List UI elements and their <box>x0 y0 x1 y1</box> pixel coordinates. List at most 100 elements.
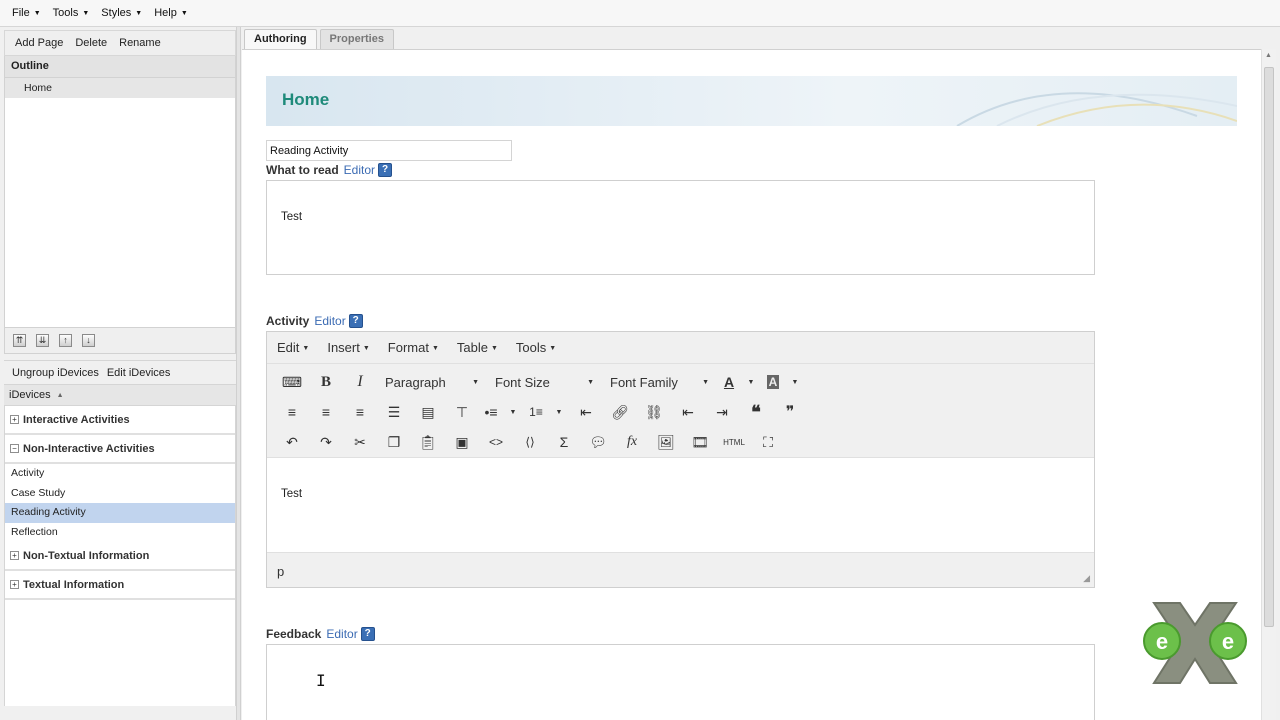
what-to-read-editor-link[interactable]: Editor <box>344 163 375 177</box>
chevron-down-icon: ▼ <box>472 378 479 386</box>
text-color-icon[interactable]: A <box>717 368 741 396</box>
menu-styles[interactable]: Styles ▼ <box>95 7 148 19</box>
category-non-textual[interactable]: + Non-Textual Information <box>5 542 235 572</box>
editor-menu-insert[interactable]: Insert ▼ <box>327 340 369 355</box>
source-code-icon[interactable]: <> <box>479 428 513 456</box>
editor-toolbar-row-2: ≡ ≡ ≡ ☰ ▤ ⊤ •≡ ▼ 1≡ ▼ ⇤ 🔗︎ ⛓︎ ⇤ ⇥ ❝ ❞ <box>267 397 1094 427</box>
font-family-select[interactable]: Font Family ▼ <box>602 368 717 396</box>
menu-tools[interactable]: Tools ▼ <box>47 7 96 19</box>
format-select[interactable]: Paragraph ▼ <box>377 368 487 396</box>
what-to-read-label-row: What to read Editor ? <box>266 163 393 177</box>
link-icon[interactable]: 🔗︎ <box>603 398 637 426</box>
add-page-button[interactable]: Add Page <box>9 37 69 49</box>
expand-icon: + <box>10 551 19 561</box>
embed-code-icon[interactable]: ⟨⟩ <box>513 428 547 456</box>
paste-text-icon[interactable]: ▣ <box>445 428 479 456</box>
outdent-icon[interactable]: ⇤ <box>569 398 603 426</box>
align-justify-icon[interactable]: ☰ <box>377 398 411 426</box>
idevices-header[interactable]: iDevices ▲ <box>4 384 236 406</box>
numbered-list-icon[interactable]: 1≡ <box>523 398 549 426</box>
cut-icon[interactable]: ✂ <box>343 428 377 456</box>
font-size-select[interactable]: Font Size ▼ <box>487 368 602 396</box>
idevice-item-reading-activity[interactable]: Reading Activity <box>5 503 235 523</box>
redo-icon[interactable]: ↷ <box>309 428 343 456</box>
paste-icon[interactable]: 📋︎ <box>411 428 445 456</box>
help-icon[interactable]: ? <box>348 314 363 328</box>
outline-item-home[interactable]: Home <box>5 78 235 98</box>
keyboard-icon[interactable]: ⌨ <box>275 368 309 396</box>
vertical-scrollbar[interactable]: ▲ <box>1261 49 1276 720</box>
chevron-down-icon[interactable]: ▼ <box>503 398 523 426</box>
activity-text: Test <box>281 488 303 500</box>
scrollbar-thumb[interactable] <box>1264 67 1274 627</box>
float-block-icon[interactable]: ▤ <box>411 398 445 426</box>
panel-splitter[interactable] <box>236 27 241 720</box>
promote-page-icon[interactable]: ⇈ <box>13 334 26 347</box>
editor-toolbar-row-1: ⌨ B I Paragraph ▼ Font Size ▼ Font Family ▼… <box>267 367 1094 397</box>
chevron-down-icon: ▼ <box>702 378 709 386</box>
page-header-banner: Home <box>266 76 1237 126</box>
chevron-down-icon: ▼ <box>33 9 41 17</box>
html-template-icon[interactable]: HTML <box>717 428 751 456</box>
move-up-icon[interactable]: ↑ <box>59 334 72 347</box>
image-icon[interactable]: 🖼︎ <box>649 428 683 456</box>
formula-icon[interactable]: fx <box>615 428 649 456</box>
help-icon[interactable]: ? <box>378 163 393 177</box>
resize-handle-icon[interactable]: ◢ <box>1083 573 1090 584</box>
menu-help[interactable]: Help ▼ <box>148 7 194 19</box>
align-left-icon[interactable]: ≡ <box>275 398 309 426</box>
category-textual[interactable]: + Textual Information <box>5 571 235 601</box>
ungroup-idevices-button[interactable]: Ungroup iDevices <box>8 367 103 379</box>
demote-page-icon[interactable]: ⇊ <box>36 334 49 347</box>
math-sigma-icon[interactable]: Σ <box>547 428 581 456</box>
help-icon[interactable]: ? <box>360 627 375 641</box>
text-cursor-icon: I <box>316 671 326 690</box>
decrease-indent-icon[interactable]: ⇤ <box>671 398 705 426</box>
copy-icon[interactable]: ❐ <box>377 428 411 456</box>
chevron-down-icon: ▼ <box>549 345 557 352</box>
tab-authoring[interactable]: Authoring <box>244 29 317 49</box>
editor-menu-table[interactable]: Table ▼ <box>457 340 498 355</box>
unlink-icon[interactable]: ⛓︎ <box>637 398 671 426</box>
increase-indent-icon[interactable]: ⇥ <box>705 398 739 426</box>
feedback-field[interactable] <box>266 644 1095 720</box>
undo-icon[interactable]: ↶ <box>275 428 309 456</box>
background-color-icon[interactable]: A <box>761 368 785 396</box>
media-icon[interactable]: 🎞︎ <box>683 428 717 456</box>
move-down-icon[interactable]: ↓ <box>82 334 95 347</box>
idevice-title-input[interactable] <box>266 140 512 161</box>
editor-menu-tools[interactable]: Tools ▼ <box>516 340 556 355</box>
editor-menu-edit[interactable]: Edit ▼ <box>277 340 309 355</box>
bullet-list-icon[interactable]: •≡ <box>479 398 503 426</box>
chevron-down-icon[interactable]: ▼ <box>785 368 805 396</box>
tab-properties[interactable]: Properties <box>319 29 394 49</box>
chevron-down-icon[interactable]: ▼ <box>741 368 761 396</box>
editor-menu-format[interactable]: Format ▼ <box>388 340 439 355</box>
edit-idevices-button[interactable]: Edit iDevices <box>103 367 175 379</box>
remove-quote-icon[interactable]: ❞ <box>773 398 807 426</box>
idevice-item-reflection[interactable]: Reflection <box>5 523 235 543</box>
idevice-item-activity[interactable]: Activity <box>5 464 235 484</box>
activity-editor-link[interactable]: Editor <box>314 314 345 328</box>
chevron-down-icon[interactable]: ▼ <box>549 398 569 426</box>
scroll-up-icon[interactable]: ▲ <box>1265 52 1272 59</box>
activity-editor-area[interactable]: Test <box>267 457 1094 553</box>
format-painter-icon[interactable]: ⊤ <box>445 398 479 426</box>
page-toolbar: Add Page Delete Rename <box>4 30 236 56</box>
what-to-read-field[interactable]: Test <box>266 180 1095 275</box>
fullscreen-icon[interactable]: ⛶ <box>751 428 785 456</box>
category-non-interactive[interactable]: − Non-Interactive Activities <box>5 435 235 464</box>
bold-icon[interactable]: B <box>309 368 343 396</box>
editor-element-path[interactable]: p <box>277 564 284 579</box>
delete-page-button[interactable]: Delete <box>69 37 113 49</box>
italic-icon[interactable]: I <box>343 368 377 396</box>
idevice-item-case-study[interactable]: Case Study <box>5 484 235 504</box>
align-center-icon[interactable]: ≡ <box>309 398 343 426</box>
comment-icon[interactable]: 💬︎ <box>581 428 615 456</box>
menu-file[interactable]: File ▼ <box>6 7 47 19</box>
rename-page-button[interactable]: Rename <box>113 37 167 49</box>
align-right-icon[interactable]: ≡ <box>343 398 377 426</box>
feedback-editor-link[interactable]: Editor <box>326 627 357 641</box>
category-interactive[interactable]: + Interactive Activities <box>5 406 235 435</box>
blockquote-icon[interactable]: ❝ <box>739 398 773 426</box>
